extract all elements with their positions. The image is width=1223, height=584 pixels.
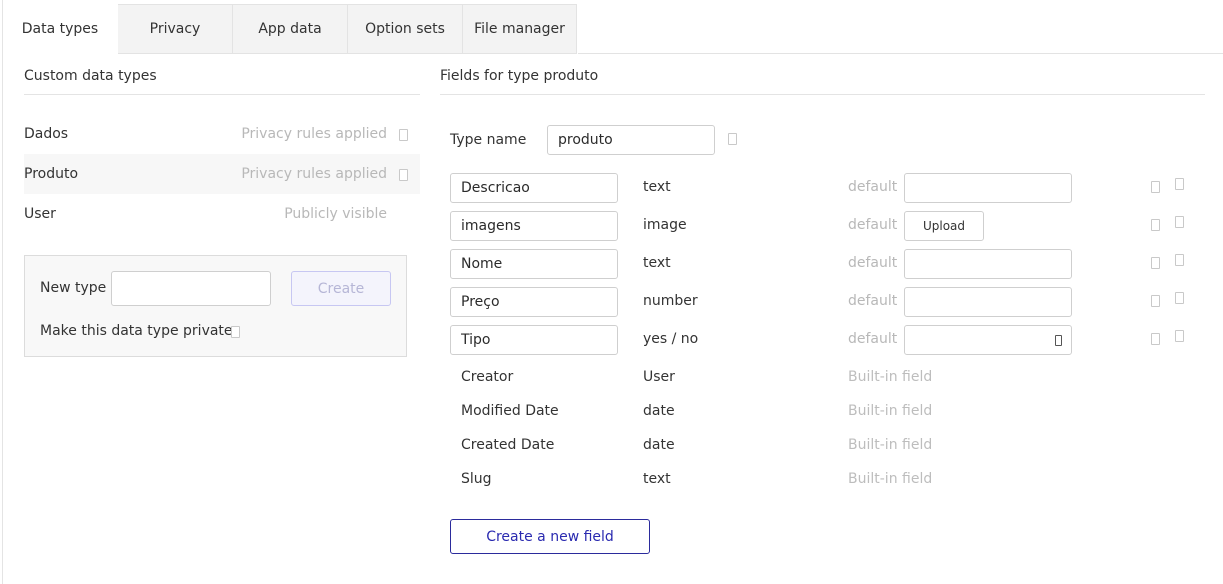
dropdown-caret-icon [1055,335,1062,346]
data-type-item-dados[interactable]: Dados Privacy rules applied [24,114,420,154]
field-type: text [643,255,671,271]
field-privacy-icon[interactable] [1151,333,1160,345]
tab-data-types[interactable]: Data types [3,4,118,54]
field-delete-icon[interactable] [1175,330,1184,342]
field-delete-icon[interactable] [1175,292,1184,304]
make-private-checkbox[interactable] [231,326,240,338]
new-type-label: New type [40,280,107,296]
field-default-label: default [848,331,898,347]
data-type-name: Dados [24,126,69,142]
field-privacy-icon[interactable] [1151,295,1160,307]
builtin-field-name: Slug [461,471,492,487]
field-delete-icon[interactable] [1175,178,1184,190]
builtin-field-name: Modified Date [461,403,559,419]
tab-option-sets[interactable]: Option sets [348,4,463,54]
field-privacy-icon[interactable] [1151,181,1160,193]
data-type-status: Publicly visible [284,206,387,222]
field-default-input[interactable] [904,249,1072,279]
data-type-name: User [24,206,56,222]
type-name-label: Type name [450,132,527,148]
builtin-field-name: Created Date [461,437,555,453]
tab-file-manager[interactable]: File manager [463,4,577,54]
field-type: yes / no [643,331,699,347]
field-type: image [643,217,687,233]
field-default-select[interactable] [904,325,1072,355]
fields-title: Fields for type produto [440,68,599,84]
window-left-border [2,0,3,584]
upload-default-button[interactable]: Upload [904,211,984,241]
data-type-status: Privacy rules applied [241,126,387,142]
builtin-field-name: Creator [461,369,514,385]
data-type-item-user[interactable]: User Publicly visible [24,194,420,234]
field-default-label: default [848,217,898,233]
builtin-field-type: date [643,437,675,453]
create-new-field-button[interactable]: Create a new field [450,519,650,554]
field-delete-icon[interactable] [1175,254,1184,266]
field-default-input[interactable] [904,173,1072,203]
left-divider [24,94,420,95]
field-name-input[interactable] [450,173,618,203]
builtin-field-label: Built-in field [848,437,933,453]
right-divider [440,94,1205,95]
data-type-item-produto[interactable]: Produto Privacy rules applied [24,154,420,194]
field-name-input[interactable] [450,287,618,317]
create-type-button[interactable]: Create [291,271,391,306]
field-default-label: default [848,179,898,195]
field-default-label: default [848,293,898,309]
builtin-field-type: User [643,369,675,385]
builtin-field-type: text [643,471,671,487]
type-name-info-icon[interactable] [728,133,737,145]
builtin-field-label: Built-in field [848,403,933,419]
delete-type-icon[interactable] [399,169,408,181]
custom-data-types-title: Custom data types [24,68,157,84]
field-privacy-icon[interactable] [1151,257,1160,269]
delete-type-icon[interactable] [399,129,408,141]
builtin-field-type: date [643,403,675,419]
field-type: number [643,293,698,309]
data-type-status: Privacy rules applied [241,166,387,182]
type-name-input[interactable] [547,125,715,155]
field-default-label: default [848,255,898,271]
field-privacy-icon[interactable] [1151,219,1160,231]
builtin-field-label: Built-in field [848,369,933,385]
builtin-field-label: Built-in field [848,471,933,487]
field-name-input[interactable] [450,211,618,241]
tab-app-data[interactable]: App data [233,4,348,54]
field-name-input[interactable] [450,325,618,355]
tab-bar-underline [578,53,1223,54]
field-default-input[interactable] [904,287,1072,317]
tab-privacy[interactable]: Privacy [118,4,233,54]
new-type-input[interactable] [111,271,271,306]
data-type-name: Produto [24,166,79,182]
tab-bar: Data types Privacy App data Option sets … [3,4,577,54]
field-delete-icon[interactable] [1175,216,1184,228]
field-type: text [643,179,671,195]
make-private-label: Make this data type private [40,323,233,339]
field-name-input[interactable] [450,249,618,279]
